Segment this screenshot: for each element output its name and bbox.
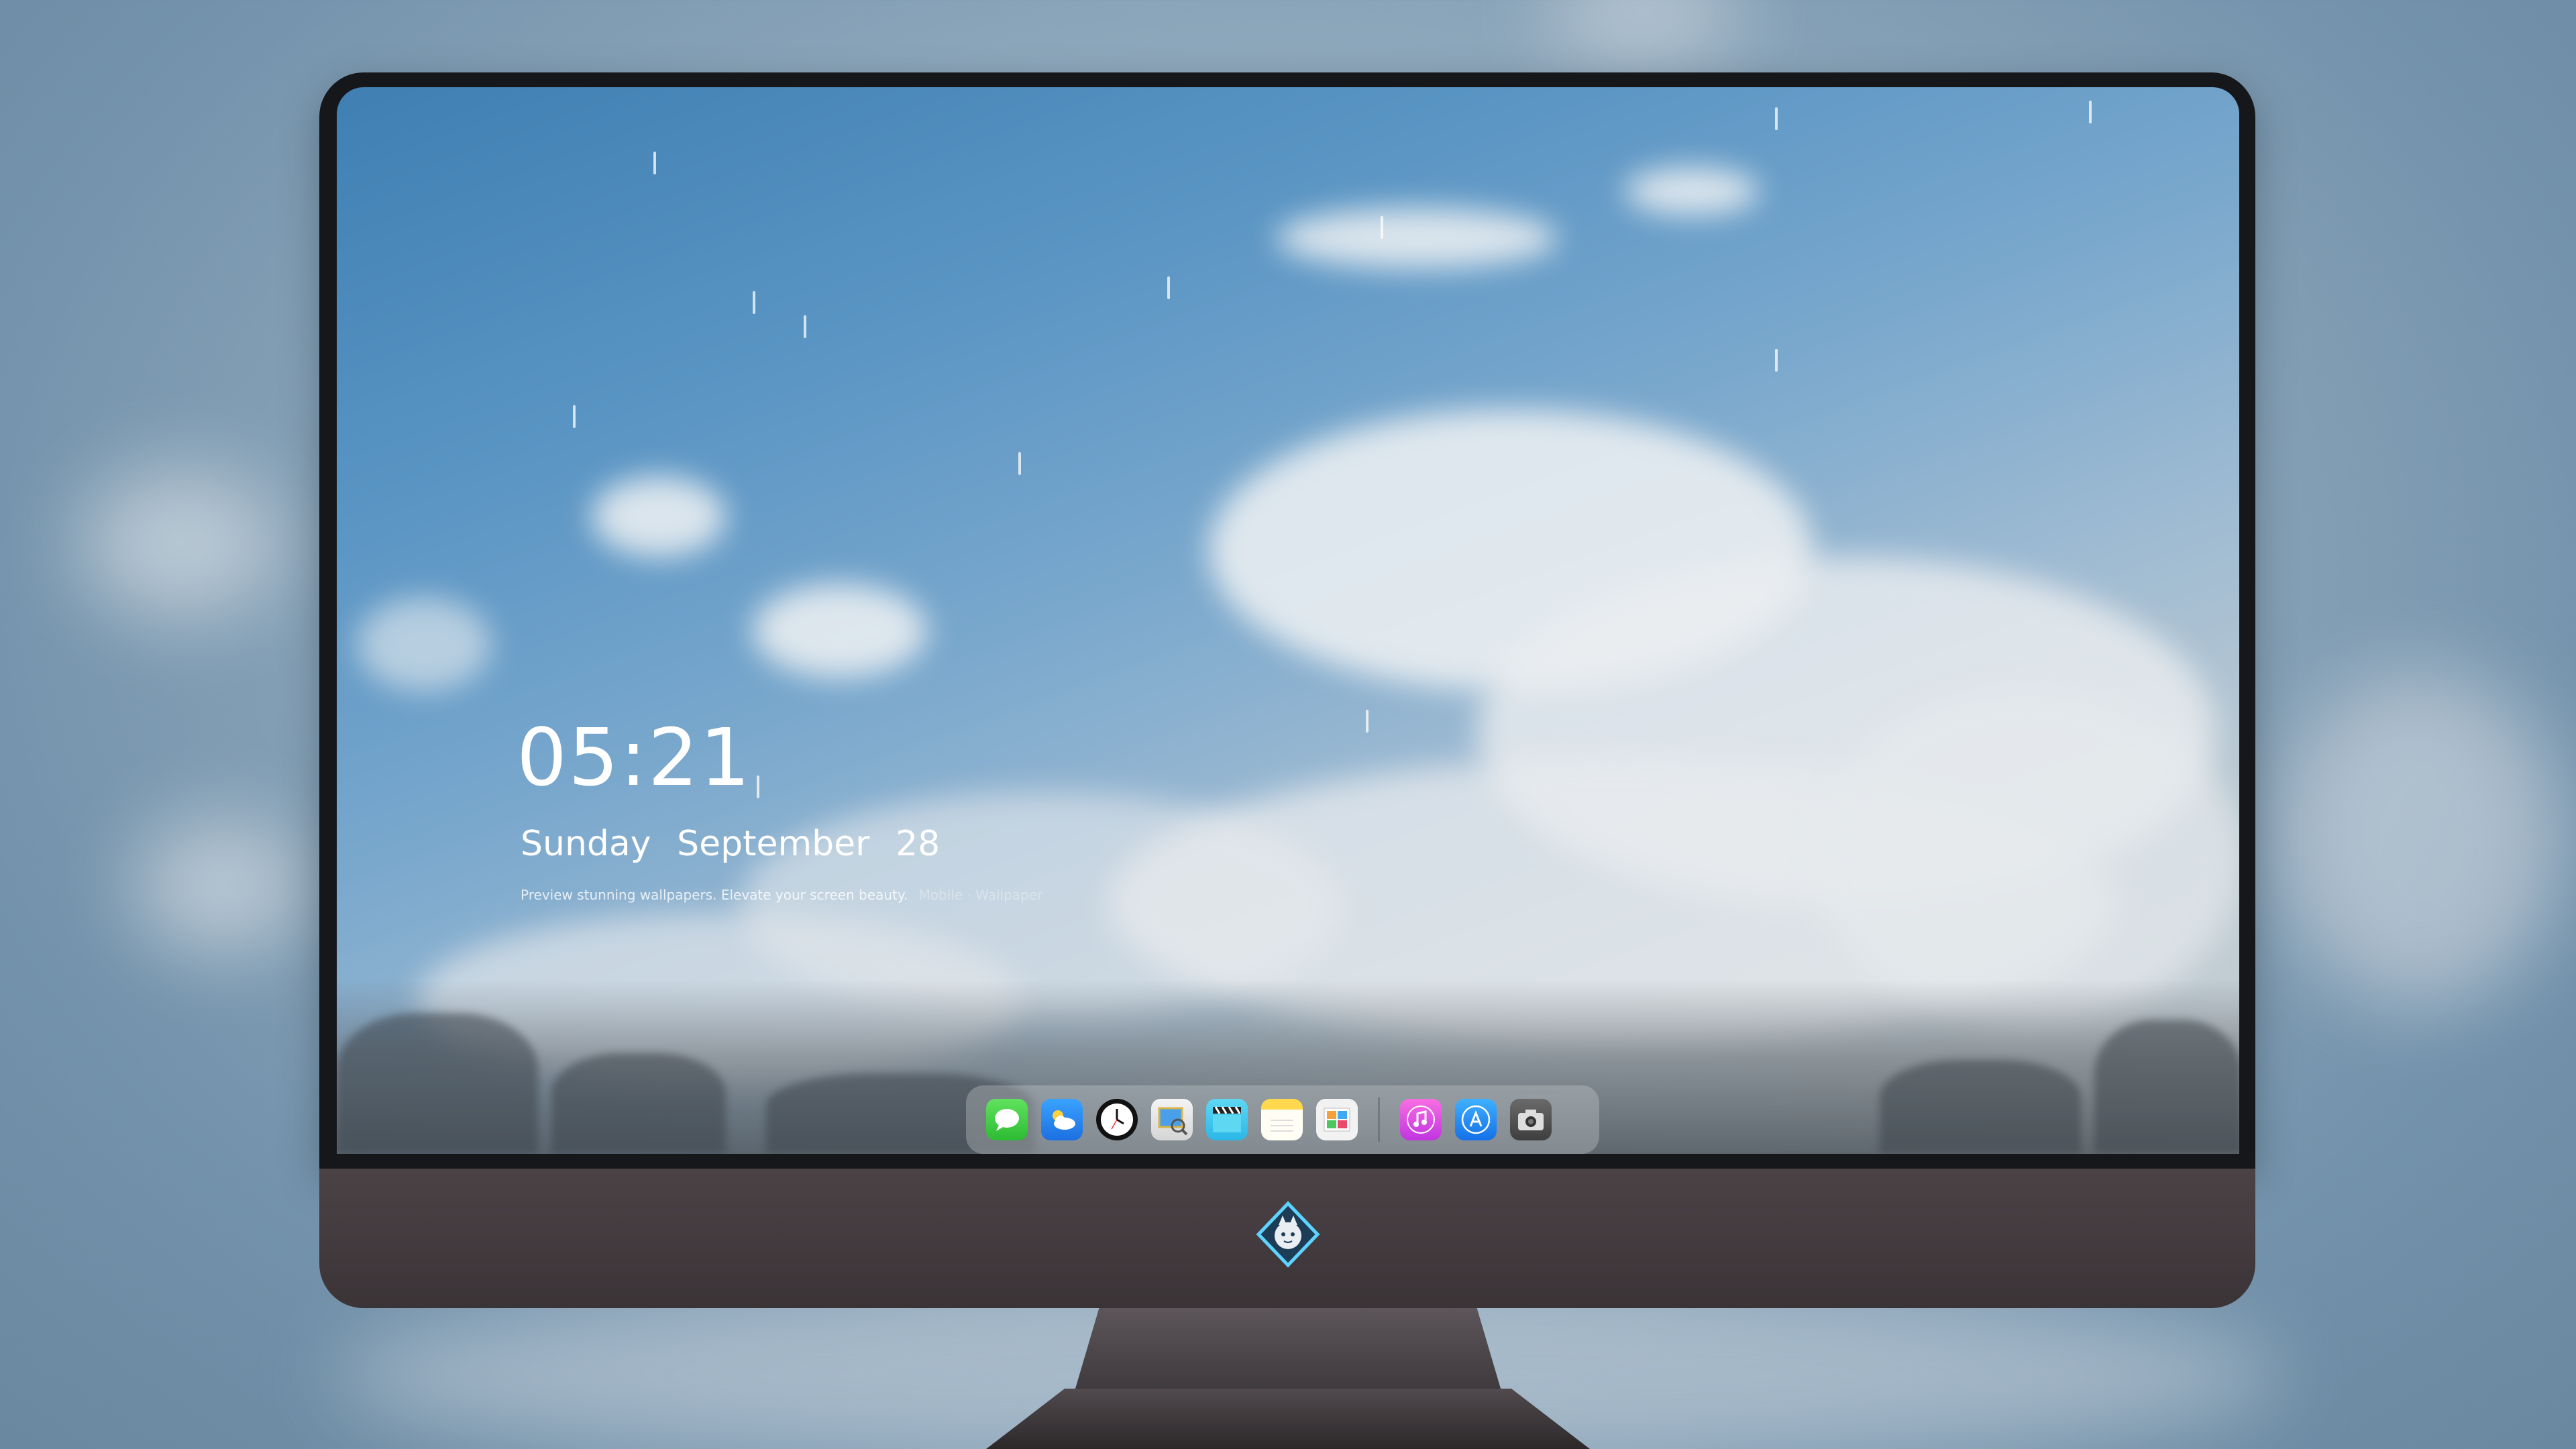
clapperboard-icon[interactable] (1206, 1099, 1248, 1140)
tagline-text: Preview stunning wallpapers. Elevate you… (521, 887, 908, 903)
wallpaper-cloud (1625, 168, 1759, 215)
wallpaper-tree (337, 1013, 538, 1154)
wallpaper-cloud (1813, 691, 2239, 1026)
film-streak (757, 775, 759, 798)
desktop-screen: 05:21 Sunday September 28 Preview stunni… (337, 87, 2239, 1154)
film-streak (1167, 276, 1170, 299)
film-streak (1381, 216, 1383, 239)
film-streak (653, 152, 656, 174)
weather-icon[interactable] (1041, 1099, 1083, 1140)
preview-icon[interactable] (1151, 1099, 1193, 1140)
tagline-faint: Mobile · Wallpaper (918, 887, 1043, 903)
messages-icon[interactable] (986, 1099, 1028, 1140)
film-streak (573, 405, 576, 428)
monitor-stand-base (986, 1389, 1590, 1449)
date-day: Sunday (521, 824, 651, 864)
film-streak (753, 291, 755, 314)
film-streak (1018, 452, 1021, 475)
wallpaper-cloud (753, 584, 927, 678)
music-note-icon[interactable] (1400, 1099, 1442, 1140)
wallpaper-tree (1880, 1060, 2081, 1154)
film-streak (1775, 107, 1778, 130)
monitor-stand-neck (1073, 1308, 1503, 1395)
camera-icon[interactable] (1510, 1099, 1552, 1140)
lockscreen-date: Sunday September 28 (521, 826, 940, 861)
brand-logo-icon (1254, 1201, 1322, 1268)
wallpaper-cloud (592, 476, 726, 557)
film-streak (804, 315, 806, 338)
dock (966, 1085, 1599, 1154)
wallpaper-tree (551, 1053, 726, 1154)
photos-icon[interactable] (1316, 1099, 1358, 1140)
notes-icon[interactable] (1261, 1099, 1303, 1140)
lockscreen-clock: 05:21 (517, 711, 752, 804)
background-cloud (80, 470, 282, 617)
date-month: September (677, 824, 870, 864)
film-streak (1775, 349, 1778, 372)
wallpaper-tree (2094, 1020, 2239, 1154)
dock-separator (1378, 1097, 1380, 1142)
clock-icon[interactable] (1096, 1099, 1138, 1140)
app-store-icon[interactable] (1455, 1099, 1497, 1140)
background-cloud (134, 818, 309, 953)
wallpaper-cloud (1276, 208, 1558, 268)
background-cloud (2281, 671, 2563, 1006)
background-cloud (1543, 0, 1744, 54)
film-streak (1366, 710, 1368, 733)
date-number: 28 (896, 824, 941, 864)
lockscreen-tagline: Preview stunning wallpapers. Elevate you… (521, 887, 1042, 903)
film-streak (2089, 101, 2092, 123)
wallpaper-cloud (357, 597, 491, 691)
